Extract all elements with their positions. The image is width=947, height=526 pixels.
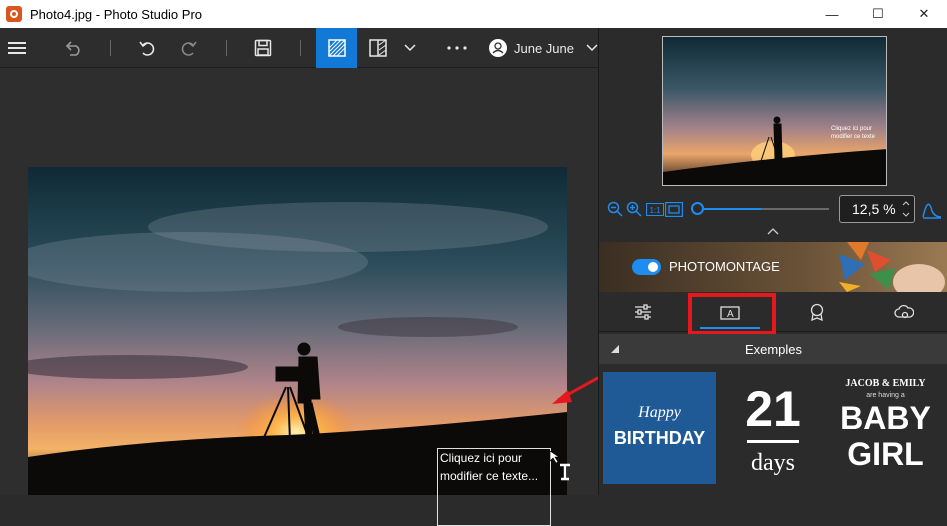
examples-gallery: Happy BIRTHDAY 21 days JACOB & EMILY are… — [599, 364, 947, 495]
section-collapse-icon[interactable] — [611, 345, 619, 353]
save-icon[interactable] — [250, 28, 276, 68]
right-panel: Cliquez ici pour modifier ce texte 1:1 1… — [598, 28, 947, 495]
toolbar-divider — [226, 40, 227, 56]
section-header[interactable]: Exemples — [599, 334, 947, 364]
toolbar-divider — [110, 40, 111, 56]
redo-icon[interactable] — [176, 28, 202, 68]
maximize-button[interactable]: ☐ — [855, 0, 901, 28]
example-baby-names: JACOB & EMILY — [845, 378, 926, 389]
svg-text:1:1: 1:1 — [649, 206, 661, 215]
badge-icon — [810, 303, 823, 321]
example-baby-subtitle: are having a — [866, 392, 905, 399]
chevron-down-icon[interactable] — [400, 28, 420, 68]
user-name: June June — [514, 40, 574, 56]
zoom-slider-thumb[interactable] — [691, 202, 704, 215]
zoom-value: 12,5 % — [852, 201, 896, 217]
tab-effects[interactable] — [773, 292, 860, 332]
app-icon — [6, 6, 22, 22]
photomontage-toggle[interactable] — [632, 259, 661, 275]
example-girl-word: GIRL — [847, 436, 924, 472]
example-birthday-line2: BIRTHDAY — [613, 428, 706, 448]
undo-all-icon[interactable] — [60, 28, 86, 68]
histogram-icon[interactable] — [922, 201, 942, 219]
zoom-in-icon[interactable] — [626, 201, 642, 217]
zoom-slider[interactable] — [691, 202, 829, 215]
collapse-chevron-icon[interactable] — [767, 227, 779, 235]
example-days-divider — [747, 440, 799, 443]
toolbar: June June — [0, 28, 598, 68]
example-days-label: days — [751, 450, 795, 476]
example-days-number: 21 — [745, 381, 801, 437]
user-menu[interactable]: June June — [488, 28, 598, 68]
menu-icon[interactable] — [4, 28, 30, 68]
text-cursor-icon — [549, 451, 570, 481]
photo[interactable] — [28, 167, 567, 495]
example-baby-girl[interactable]: JACOB & EMILY are having a BABY GIRL — [828, 372, 943, 484]
user-avatar-icon — [489, 39, 507, 57]
example-birthday[interactable]: Happy BIRTHDAY — [603, 372, 716, 484]
annotation-highlight — [688, 293, 776, 335]
zoom-out-icon[interactable] — [607, 201, 623, 217]
photomontage-banner[interactable]: PHOTOMONTAGE — [599, 242, 947, 292]
view-compare-icon[interactable] — [365, 28, 391, 68]
tab-adjustments[interactable] — [599, 292, 686, 332]
thumbnail-text-overlay: Cliquez ici pour modifier ce texte — [831, 126, 876, 140]
navigator-thumbnail[interactable]: Cliquez ici pour modifier ce texte — [662, 36, 887, 186]
zoom-value-input[interactable]: 12,5 % — [839, 195, 915, 223]
close-button[interactable]: ✕ — [901, 0, 947, 28]
section-title: Exemples — [744, 341, 803, 357]
zoom-fit-icon[interactable] — [665, 202, 683, 217]
example-21-days[interactable]: 21 days — [723, 372, 823, 484]
user-chevron-icon — [586, 44, 598, 52]
title-bar: Photo4.jpg - Photo Studio Pro — ☐ ✕ — [0, 0, 947, 28]
tab-frames[interactable] — [860, 292, 947, 332]
toolbar-divider — [300, 40, 301, 56]
view-single-button[interactable] — [316, 28, 357, 68]
zoom-actual-size-icon[interactable]: 1:1 — [646, 203, 664, 216]
photomontage-label: PHOTOMONTAGE — [669, 259, 780, 274]
more-icon[interactable] — [444, 28, 470, 68]
example-birthday-line1: Happy — [638, 404, 681, 421]
sliders-icon — [634, 304, 651, 320]
window-title: Photo4.jpg - Photo Studio Pro — [30, 6, 203, 22]
minimize-button[interactable]: — — [809, 0, 855, 28]
undo-icon[interactable] — [134, 28, 160, 68]
cloud-icon — [894, 304, 914, 319]
text-overlay-box[interactable]: Cliquez ici pour modifier ce texte... — [437, 448, 551, 526]
image-canvas[interactable]: Cliquez ici pour modifier ce texte... — [0, 68, 598, 526]
example-baby-word: BABY — [840, 400, 931, 436]
zoom-stepper-icon[interactable] — [902, 199, 910, 219]
zoom-controls: 1:1 12,5 % — [599, 194, 947, 228]
